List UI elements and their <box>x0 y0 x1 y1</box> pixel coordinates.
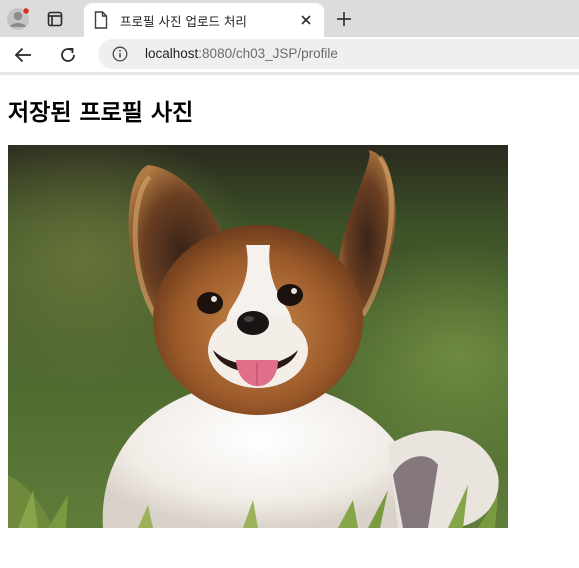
new-tab-button[interactable] <box>332 7 356 31</box>
tab-strip: 프로필 사진 업로드 처리 <box>0 0 579 37</box>
avatar-icon <box>7 7 30 30</box>
toolbar-divider <box>0 72 579 75</box>
back-button[interactable] <box>10 42 36 68</box>
tab-actions-icon <box>47 11 63 27</box>
address-bar[interactable]: localhost:8080/ch03_JSP/profile <box>98 39 579 69</box>
profile-avatar-button[interactable] <box>6 7 30 31</box>
url-text: localhost:8080/ch03_JSP/profile <box>145 46 338 61</box>
browser-toolbar: localhost:8080/ch03_JSP/profile <box>0 37 579 72</box>
url-path: :8080/ch03_JSP/profile <box>198 46 338 61</box>
url-host: localhost <box>145 46 199 61</box>
info-icon[interactable] <box>112 46 128 62</box>
reload-icon <box>61 47 75 62</box>
tab-title: 프로필 사진 업로드 처리 <box>120 14 247 29</box>
close-icon <box>301 15 311 25</box>
page-title: 저장된 프로필 사진 <box>8 100 194 126</box>
close-tab-button[interactable] <box>296 10 316 30</box>
plus-icon <box>337 12 351 26</box>
active-tab[interactable]: 프로필 사진 업로드 처리 <box>84 3 324 37</box>
reload-button[interactable] <box>55 42 81 68</box>
tab-actions-button[interactable] <box>42 8 68 30</box>
back-arrow-icon <box>14 47 31 63</box>
profile-photo <box>8 145 508 528</box>
document-icon <box>94 11 108 29</box>
